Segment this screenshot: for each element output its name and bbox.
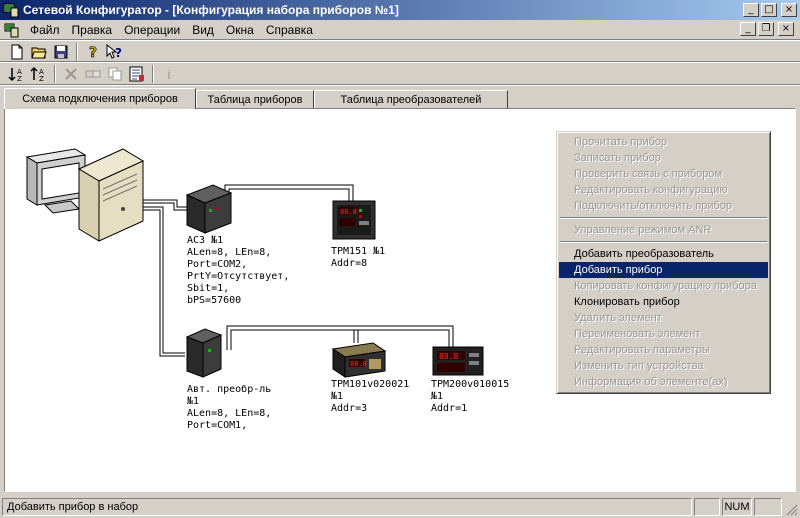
ctx-clone-device[interactable]: Клонировать прибор	[559, 294, 768, 310]
resize-grip-icon[interactable]	[786, 504, 798, 516]
ctx-add-converter[interactable]: Добавить преобразователь	[559, 246, 768, 262]
tab-connection-scheme[interactable]: Схема подключения приборов	[4, 88, 196, 109]
sort-ascending-icon: A Z	[8, 68, 22, 82]
minimize-button[interactable]: _	[743, 3, 759, 17]
status-panel-scroll	[754, 498, 782, 516]
ctx-delete-element[interactable]: Удалить элемент	[559, 310, 768, 326]
save-disk-icon	[54, 45, 68, 59]
trm200-label: ТРМ200v010015 №1 Addr=1	[431, 379, 510, 414]
ctx-copy-configuration[interactable]: Копировать конфигурацию прибора	[559, 278, 768, 294]
link-icon	[85, 70, 101, 78]
ctx-element-info[interactable]: Информация об элементе(ах)	[559, 374, 768, 390]
toolbar-divider	[0, 84, 800, 86]
ctx-rename-element[interactable]: Переименовать элемент	[559, 326, 768, 342]
title-bar: Сетевой Конфигуратор - [Конфигурация наб…	[0, 0, 800, 20]
toolbar-separator	[54, 65, 56, 83]
properties-icon	[129, 66, 144, 82]
delete-icon	[65, 68, 77, 80]
copy-icon	[108, 67, 122, 81]
trm151-display: 88.8	[340, 208, 357, 216]
sort-descending-button[interactable]: A Z	[28, 64, 50, 84]
menu-file[interactable]: Файл	[24, 23, 66, 37]
maximize-button[interactable]: □	[761, 3, 777, 17]
ctx-add-device[interactable]: Добавить прибор	[559, 262, 768, 278]
ctx-edit-parameters[interactable]: Редактировать параметры	[559, 342, 768, 358]
trm151-device-icon[interactable]: 88.8	[332, 200, 376, 240]
trm200-device-icon[interactable]: 88.8	[432, 346, 484, 376]
help-button[interactable]: ?	[82, 42, 104, 62]
open-folder-icon	[31, 47, 47, 59]
help-icon: ?	[89, 45, 98, 60]
close-button[interactable]: ×	[781, 3, 797, 17]
toolbar-separator	[152, 65, 154, 83]
status-panel-caps	[694, 498, 720, 516]
tab-strip: Схема подключения приборов Таблица прибо…	[4, 88, 508, 109]
new-document-icon	[11, 44, 23, 60]
sort-ascending-button[interactable]: A Z	[6, 64, 28, 84]
link-button[interactable]	[82, 64, 104, 84]
window-title: Сетевой Конфигуратор - [Конфигурация наб…	[23, 3, 399, 17]
ctx-connect-disconnect[interactable]: Подключить/отключить прибор	[559, 198, 768, 214]
ctx-change-device-type[interactable]: Изменить тип устройства	[559, 358, 768, 374]
computer-icon[interactable]	[25, 148, 145, 242]
line-pc-converter	[143, 206, 185, 354]
svg-text:Z: Z	[39, 75, 44, 82]
status-panel-num: NUM	[722, 498, 752, 516]
ctx-check-connection[interactable]: Проверить связь с прибором	[559, 166, 768, 182]
child-close-button[interactable]: ×	[778, 22, 794, 36]
menu-bar: Файл Правка Операции Вид Окна Справка _ …	[0, 20, 800, 39]
menu-edit[interactable]: Правка	[66, 23, 119, 37]
status-bar: Добавить прибор в набор NUM	[0, 496, 800, 518]
svg-text:?: ?	[89, 45, 97, 60]
properties-button[interactable]	[126, 64, 148, 84]
tab-converters-table[interactable]: Таблица преобразователей	[314, 90, 508, 109]
ctx-anr-mode[interactable]: Управление режимом ANR	[559, 222, 768, 238]
status-message: Добавить прибор в набор	[2, 498, 692, 516]
menu-operations[interactable]: Операции	[118, 23, 186, 37]
document-icon[interactable]	[4, 22, 20, 38]
sort-descending-icon: A Z	[30, 66, 44, 82]
ctx-edit-configuration[interactable]: Редактировать конфигурацию	[559, 182, 768, 198]
trm200-display: 88.8	[439, 352, 458, 361]
trm101-label: ТРМ101v020021 №1 Addr=3	[331, 379, 410, 414]
new-button[interactable]	[6, 42, 28, 62]
svg-text:?: ?	[115, 46, 122, 60]
auto-converter-device-icon[interactable]	[185, 328, 223, 378]
child-restore-button[interactable]: ❐	[758, 22, 774, 36]
context-help-icon: ?	[106, 44, 122, 60]
child-minimize-button[interactable]: _	[740, 22, 756, 36]
trm101-device-icon[interactable]: 88.8	[331, 342, 387, 378]
context-help-button[interactable]: ?	[104, 42, 126, 62]
open-button[interactable]	[28, 42, 50, 62]
menu-view[interactable]: Вид	[186, 23, 220, 37]
info-button[interactable]: i	[158, 64, 180, 84]
app-icon	[3, 3, 19, 18]
auto-converter-label: Авт. преобр-ль №1 ALen=8, LEn=8, Port=CO…	[187, 384, 272, 431]
ctx-read-device[interactable]: Прочитать прибор	[559, 134, 768, 150]
ac3-device-icon[interactable]	[185, 184, 233, 234]
menu-windows[interactable]: Окна	[220, 23, 260, 37]
edit-toolbar: A Z A Z i	[0, 62, 180, 86]
svg-text:Z: Z	[17, 75, 22, 82]
menu-help[interactable]: Справка	[260, 23, 319, 37]
tab-devices-table[interactable]: Таблица приборов	[196, 90, 314, 109]
ac3-label: АС3 №1 ALen=8, LEn=8, Port=COM2, PrtY=От…	[187, 235, 290, 306]
save-button[interactable]	[50, 42, 72, 62]
trm101-display: 88.8	[350, 360, 367, 368]
trm151-label: ТРМ151 №1 Addr=8	[331, 246, 386, 269]
toolbar-separator	[76, 43, 78, 61]
ctx-separator	[559, 238, 768, 246]
delete-button[interactable]	[60, 64, 82, 84]
ctx-write-device[interactable]: Записать прибор	[559, 150, 768, 166]
context-menu: Прочитать прибор Записать прибор Провери…	[556, 131, 771, 394]
ctx-separator	[559, 214, 768, 222]
copy-button[interactable]	[104, 64, 126, 84]
